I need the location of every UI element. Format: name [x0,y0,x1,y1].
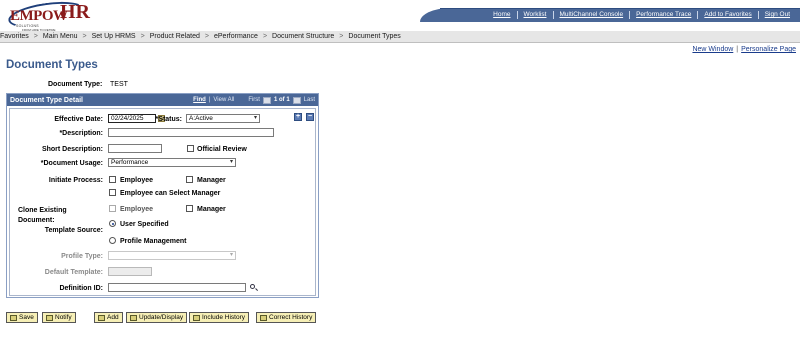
initiate-manager-label: Manager [197,177,226,184]
template-source-label: Template Source: [44,227,103,234]
nav-multichannel-link[interactable]: MultiChannel Console [552,11,630,19]
clone-manager-checkbox[interactable] [186,205,193,212]
description-field[interactable] [108,128,274,137]
document-usage-label: *Document Usage: [40,160,103,167]
document-type-detail-panel: Document Type Detail Find | View All Fir… [6,93,319,298]
effective-date-label: Effective Date: [54,116,103,123]
first-arrow-icon[interactable] [262,96,271,104]
page-title: Document Types [6,59,98,71]
add-row-icon[interactable]: + [294,113,302,121]
breadcrumb-set-up-hrms[interactable]: Set Up HRMS [92,33,136,40]
official-review-checkbox[interactable] [187,145,194,152]
profile-management-radio[interactable] [109,237,116,244]
search-icon[interactable] [250,284,258,291]
panel-title: Document Type Detail [10,96,83,104]
notify-button[interactable]: Notify [42,312,76,323]
include-history-button[interactable]: Include History [189,312,249,323]
document-type-label: Document Type: [48,81,103,88]
definition-id-label: Definition ID: [59,285,103,292]
breadcrumb-separator: > [82,33,87,40]
short-description-field[interactable] [108,144,162,153]
nav-home-link[interactable]: Home [487,11,516,19]
nav-performance-trace-link[interactable]: Performance Trace [629,11,697,19]
panel-header: Document Type Detail Find | View All Fir… [7,94,318,106]
status-select-value: A:Active [189,115,213,122]
chevron-down-icon: ▾ [229,252,233,258]
breadcrumb: Favorites > Main Menu > Set Up HRMS > Pr… [0,31,800,43]
breadcrumb-main-menu[interactable]: Main Menu [43,33,78,40]
nav-add-favorites-link[interactable]: Add to Favorites [697,11,757,19]
clone-existing-label-line2: Document: [18,217,55,224]
row-count: 1 of 1 [273,97,290,103]
notify-icon [46,314,53,321]
breadcrumb-product-related[interactable]: Product Related [150,33,200,40]
company-logo: EMPOW HR SOLUTIONS FROM HIRE TO RETIRE [6,0,96,33]
nav-worklist-link[interactable]: Worklist [516,11,553,19]
personalize-page-link[interactable]: Personalize Page [741,46,796,53]
view-all-link[interactable]: View All [213,97,234,103]
description-label: *Description: [59,130,103,137]
update-display-icon [130,314,137,321]
initiate-employee-checkbox[interactable] [109,176,116,183]
definition-id-field[interactable] [108,283,246,292]
initiate-employee-label: Employee [120,177,154,184]
breadcrumb-document-structure[interactable]: Document Structure [272,33,334,40]
official-review-label: Official Review [197,146,247,153]
user-specified-radio[interactable] [109,220,116,227]
new-window-link[interactable]: New Window [692,46,733,53]
default-template-field [108,267,152,276]
status-select[interactable]: A:Active ▾ [186,114,260,123]
logo-text-hr: HR [60,1,90,23]
employee-select-manager-label: Employee can Select Manager [120,190,221,197]
panel-navigation: Find | View All First 1 of 1 Last [193,96,315,104]
add-button[interactable]: Add [94,312,123,323]
first-link[interactable]: First [248,97,260,103]
document-usage-select[interactable]: Performance ▾ [108,158,236,167]
default-template-label: Default Template: [44,269,103,276]
status-label: *Status: [155,116,182,123]
delete-row-icon[interactable]: − [306,113,314,121]
save-icon [10,314,17,321]
clone-employee-label: Employee [120,206,154,213]
profile-type-label: Profile Type: [61,253,103,260]
document-type-value: TEST [110,81,128,88]
breadcrumb-separator: > [140,33,145,40]
chevron-down-icon: ▾ [253,115,257,121]
breadcrumb-favorites[interactable]: Favorites [0,33,29,40]
panel-body: Effective Date: 02/24/2025 31 *Status: A… [9,108,316,296]
initiate-manager-checkbox[interactable] [186,176,193,183]
initiate-process-label: Initiate Process: [48,177,103,184]
breadcrumb-eperformance[interactable]: ePerformance [214,33,258,40]
breadcrumb-document-types[interactable]: Document Types [348,33,400,40]
short-description-label: Short Description: [41,146,103,153]
chevron-down-icon: ▾ [229,159,233,165]
breadcrumb-separator: > [204,33,209,40]
include-history-icon [193,314,200,321]
effective-date-field[interactable]: 02/24/2025 [108,114,156,123]
logo-text-empow: EMPOW [10,8,68,24]
page-links: New Window | Personalize Page [692,46,796,53]
profile-management-label: Profile Management [120,238,187,245]
clone-manager-label: Manager [197,206,226,213]
breadcrumb-separator: > [262,33,268,40]
last-arrow-icon[interactable] [292,96,301,104]
update-display-button[interactable]: Update/Display [126,312,188,323]
clone-existing-label: Clone Existing [18,207,67,214]
save-button[interactable]: Save [6,312,38,323]
employee-select-manager-checkbox[interactable] [109,189,116,196]
top-nav-links: Home Worklist MultiChannel Console Perfo… [487,11,796,19]
clone-employee-checkbox[interactable] [109,205,116,212]
document-usage-value: Performance [111,159,149,166]
add-icon [98,314,105,321]
correct-history-icon [260,314,267,321]
profile-type-select[interactable]: ▾ [108,251,236,260]
find-link[interactable]: Find [193,97,206,103]
nav-sign-out-link[interactable]: Sign Out [757,11,796,19]
breadcrumb-separator: > [339,33,344,40]
last-link[interactable]: Last [304,97,315,103]
correct-history-button[interactable]: Correct History [256,312,317,323]
user-specified-label: User Specified [120,221,169,228]
breadcrumb-separator: > [33,33,38,40]
